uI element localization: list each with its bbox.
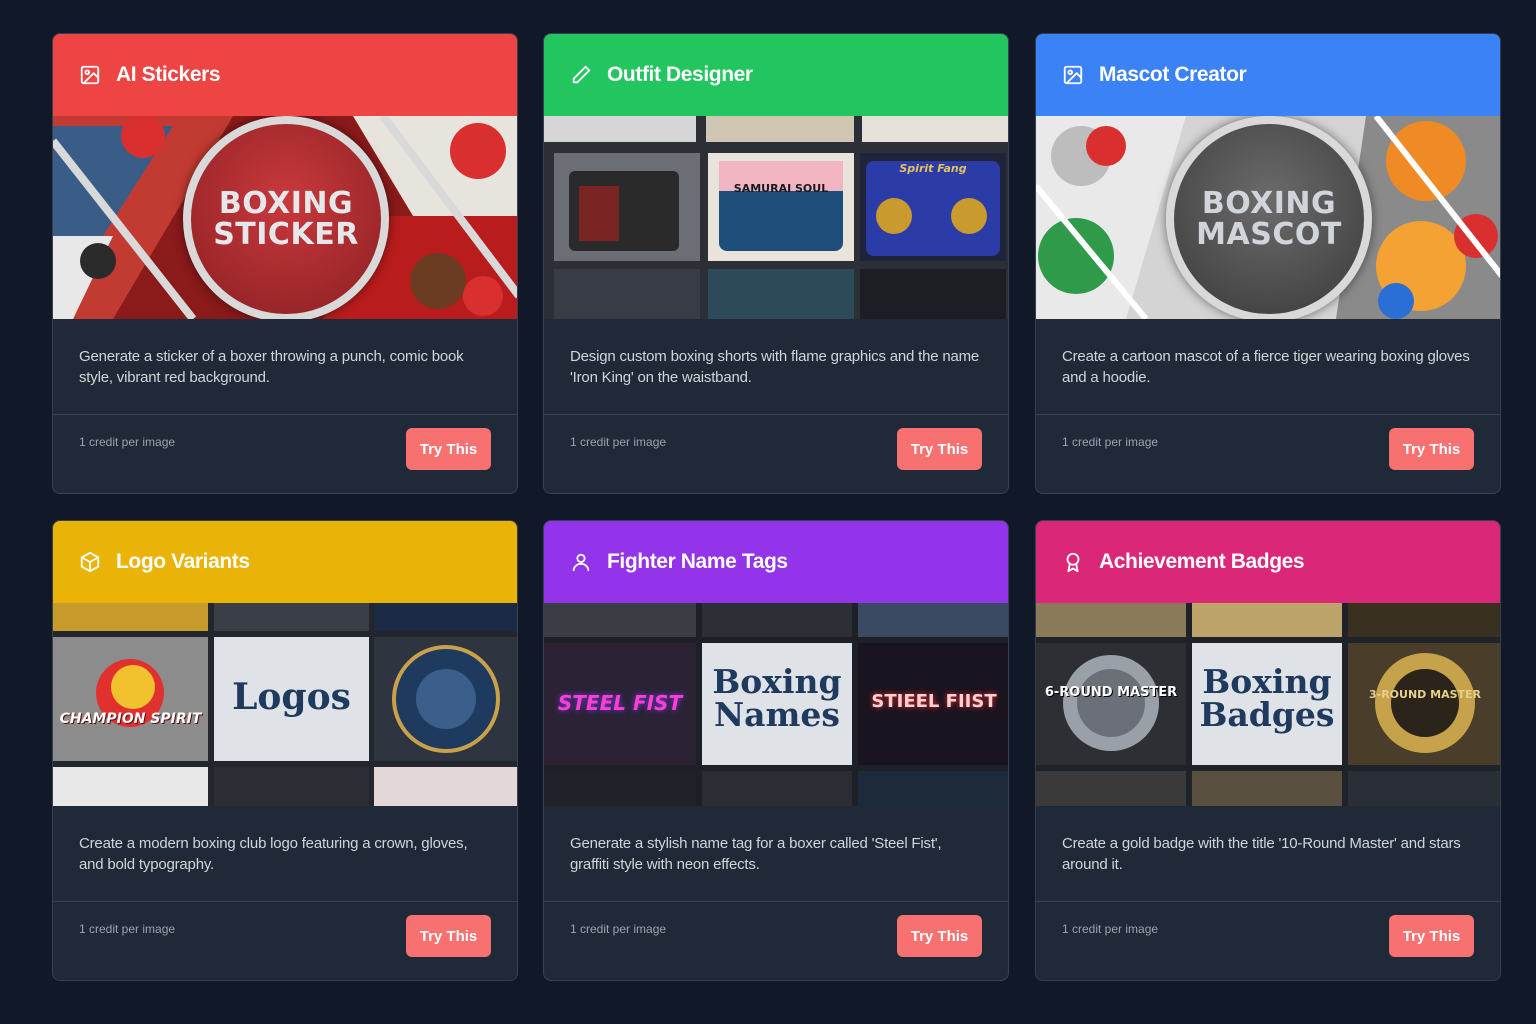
outfit-label-spirit: Spirit Fang — [899, 162, 967, 175]
outfit-label-samurai: SAMURAI SOUL — [733, 182, 829, 195]
cube-icon — [78, 550, 102, 574]
card-header: Logo Variants — [53, 521, 517, 603]
card-description: Create a cartoon mascot of a fierce tige… — [1036, 319, 1500, 415]
card-description: Create a modern boxing club logo featuri… — [53, 806, 517, 902]
card-mascot-creator: Mascot Creator BOXING MASCOT Create a ca… — [1035, 33, 1501, 494]
try-this-button[interactable]: Try This — [897, 428, 982, 470]
card-title: Outfit Designer — [607, 63, 753, 86]
card-preview-image: Boxing Badges 6-ROUND MASTER 3-ROUND MAS… — [1036, 603, 1500, 806]
image-icon — [78, 63, 102, 87]
card-description: Design custom boxing shorts with flame g… — [544, 319, 1008, 415]
award-icon — [1061, 550, 1085, 574]
card-title: Fighter Name Tags — [607, 550, 788, 573]
card-footer: 1 credit per image Try This — [1036, 902, 1500, 980]
user-icon — [569, 550, 593, 574]
card-preview-image: BOXING MASCOT — [1036, 116, 1500, 319]
card-preview-image: Logos CHAMPION SPIRIT — [53, 603, 517, 806]
try-this-button[interactable]: Try This — [406, 915, 491, 957]
nametag-label-stieel: STIEEL FIIST — [871, 691, 997, 712]
card-ai-stickers: AI Stickers BOXING STICKER Generate a st… — [52, 33, 518, 494]
try-this-button[interactable]: Try This — [1389, 428, 1474, 470]
card-title: AI Stickers — [116, 63, 221, 86]
badge-line-1: BOXING — [1201, 186, 1337, 221]
card-logo-variants: Logo Variants Logos CHAMPION SPIRIT Crea… — [52, 520, 518, 981]
card-fighter-name-tags: Fighter Name Tags Boxing Names STEEL FIS… — [543, 520, 1009, 981]
badge-label-6-round: 6-ROUND MASTER — [1044, 685, 1178, 700]
image-icon — [1061, 63, 1085, 87]
card-achievement-badges: Achievement Badges Boxing Badges 6-ROUND… — [1035, 520, 1501, 981]
logo-label-champion: CHAMPION SPIRIT — [59, 711, 202, 727]
badges-overlay-line-2: Badges — [1199, 695, 1335, 734]
card-preview-image: SAMURAI SOUL Spirit Fang — [544, 116, 1008, 319]
badge-line-2: MASCOT — [1196, 217, 1342, 252]
card-description: Generate a stylish name tag for a boxer … — [544, 806, 1008, 902]
credit-label: 1 credit per image — [1062, 435, 1159, 449]
pencil-icon — [569, 63, 593, 87]
mascot-badge: BOXING MASCOT — [1166, 116, 1372, 319]
credit-label: 1 credit per image — [570, 922, 667, 936]
badge-line-1: BOXING — [218, 186, 354, 221]
card-title: Mascot Creator — [1099, 63, 1247, 86]
card-header: AI Stickers — [53, 34, 517, 116]
try-this-button[interactable]: Try This — [897, 915, 982, 957]
card-title: Achievement Badges — [1099, 550, 1305, 573]
try-this-button[interactable]: Try This — [406, 428, 491, 470]
nametag-label-steel: STEEL FIST — [557, 691, 683, 715]
sticker-badge: BOXING STICKER — [183, 116, 389, 319]
names-overlay-line-2: Names — [713, 695, 841, 734]
card-outfit-designer: Outfit Designer SAMURAI SOUL Spirit Fang… — [543, 33, 1009, 494]
card-grid: AI Stickers BOXING STICKER Generate a st… — [52, 33, 1501, 981]
card-preview-image: BOXING STICKER — [53, 116, 517, 319]
badges-overlay-line-1: Boxing — [1202, 662, 1332, 701]
card-header: Mascot Creator — [1036, 34, 1500, 116]
card-preview-image: Boxing Names STEEL FIST STIEEL FIIST — [544, 603, 1008, 806]
card-footer: 1 credit per image Try This — [53, 902, 517, 980]
card-header: Achievement Badges — [1036, 521, 1500, 603]
card-footer: 1 credit per image Try This — [1036, 415, 1500, 493]
credit-label: 1 credit per image — [79, 922, 176, 936]
card-title: Logo Variants — [116, 550, 250, 573]
card-description: Create a gold badge with the title '10-R… — [1036, 806, 1500, 902]
logos-overlay-text: Logos — [232, 676, 351, 718]
try-this-button[interactable]: Try This — [1389, 915, 1474, 957]
card-footer: 1 credit per image Try This — [53, 415, 517, 493]
card-footer: 1 credit per image Try This — [544, 902, 1008, 980]
badge-label-3-round: 3-ROUND MASTER — [1368, 688, 1481, 701]
badge-line-2: STICKER — [213, 217, 359, 252]
card-header: Outfit Designer — [544, 34, 1008, 116]
credit-label: 1 credit per image — [1062, 922, 1159, 936]
credit-label: 1 credit per image — [79, 435, 176, 449]
card-description: Generate a sticker of a boxer throwing a… — [53, 319, 517, 415]
credit-label: 1 credit per image — [570, 435, 667, 449]
card-header: Fighter Name Tags — [544, 521, 1008, 603]
names-overlay-line-1: Boxing — [712, 662, 842, 701]
card-footer: 1 credit per image Try This — [544, 415, 1008, 493]
